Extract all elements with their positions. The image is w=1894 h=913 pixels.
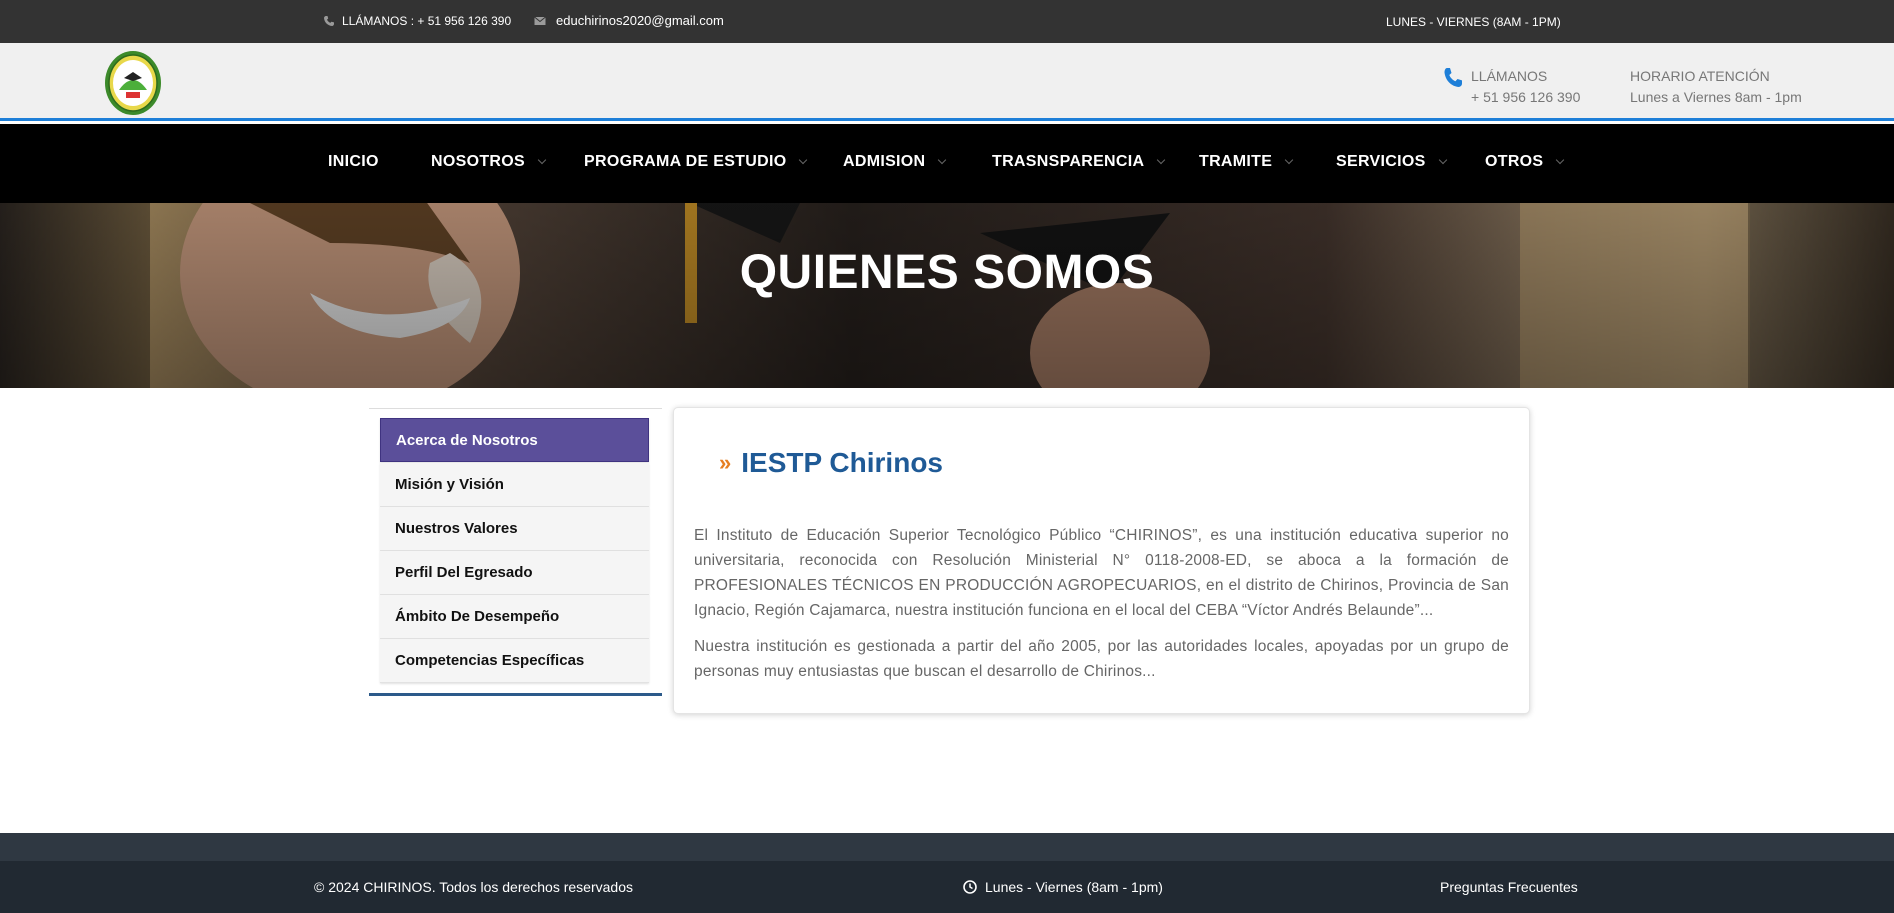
topbar-email-text: educhirinos2020@gmail.com	[556, 13, 724, 28]
sidebar-item-mision-vision[interactable]: Misión y Visión	[380, 463, 649, 507]
phone-icon	[1444, 68, 1462, 87]
sidebar-item-ambito-desempeno[interactable]: Ámbito De Desempeño	[380, 595, 649, 639]
nav-item-inicio[interactable]: INICIO	[328, 153, 379, 171]
nav-item-label: INICIO	[328, 153, 379, 170]
site-footer: © 2024 CHIRINOS. Todos los derechos rese…	[0, 861, 1894, 913]
nav-item-servicios[interactable]: SERVICIOS	[1336, 153, 1447, 171]
nav-item-label: NOSOTROS	[431, 153, 525, 170]
nav-item-admision[interactable]: ADMISION	[843, 153, 947, 171]
clock-icon	[963, 880, 977, 894]
footer-top-band	[0, 833, 1894, 861]
header-hours-value: Lunes a Viernes 8am - 1pm	[1630, 89, 1802, 105]
topbar-hours: LUNES - VIERNES (8AM - 1PM)	[1386, 15, 1561, 29]
sidebar-item-competencias[interactable]: Competencias Específicas	[380, 639, 649, 683]
chevron-down-icon	[938, 155, 947, 165]
chevron-down-icon	[537, 155, 547, 165]
header-hours-label: HORARIO ATENCIÓN	[1630, 68, 1770, 84]
nav-item-programa-de-estudio[interactable]: PROGRAMA DE ESTUDIO	[584, 153, 808, 171]
faq-link[interactable]: Preguntas Frecuentes	[1440, 879, 1578, 895]
about-sidebar: Acerca de Nosotros Misión y Visión Nuest…	[369, 408, 662, 696]
sidebar-item-valores[interactable]: Nuestros Valores	[380, 507, 649, 551]
topbar-email[interactable]: educhirinos2020@gmail.com	[534, 13, 724, 28]
footer-hours-text: Lunes - Viernes (8am - 1pm)	[985, 879, 1163, 895]
chevron-down-icon	[1556, 155, 1565, 165]
content-card: » IESTP Chirinos El Instituto de Educaci…	[673, 407, 1530, 714]
section-heading-text: IESTP Chirinos	[741, 447, 943, 478]
topbar-phone-text: LLÁMANOS : + 51 956 126 390	[342, 14, 512, 28]
sidebar-item-perfil-egresado[interactable]: Perfil Del Egresado	[380, 551, 649, 595]
nav-item-label: PROGRAMA DE ESTUDIO	[584, 153, 787, 170]
main-nav: INICIO NOSOTROS PROGRAMA DE ESTUDIO ADMI…	[0, 124, 1894, 203]
nav-item-nosotros[interactable]: NOSOTROS	[431, 153, 547, 171]
nav-item-label: OTROS	[1485, 153, 1544, 170]
content-paragraph: El Instituto de Educación Superior Tecno…	[694, 527, 1509, 619]
header-call-number: + 51 956 126 390	[1471, 89, 1581, 105]
topbar-phone[interactable]: LLÁMANOS : + 51 956 126 390	[323, 14, 511, 28]
envelope-icon	[534, 16, 546, 25]
nav-item-label: ADMISION	[843, 153, 926, 170]
institution-logo[interactable]	[104, 50, 162, 116]
sidebar-item-acerca-de-nosotros[interactable]: Acerca de Nosotros	[380, 418, 649, 462]
header-call-label: LLÁMANOS	[1471, 68, 1548, 84]
page-title: QUIENES SOMOS	[739, 246, 1155, 299]
content-paragraph: Nuestra institución es gestionada a part…	[694, 638, 1509, 680]
footer-hours: Lunes - Viernes (8am - 1pm)	[963, 879, 1163, 895]
chevron-down-icon	[1284, 155, 1294, 165]
phone-icon	[324, 16, 334, 26]
site-header: LLÁMANOS + 51 956 126 390 HORARIO ATENCI…	[0, 43, 1894, 121]
chevron-down-icon	[1157, 155, 1166, 165]
top-bar: LLÁMANOS : + 51 956 126 390 educhirinos2…	[0, 0, 1894, 43]
nav-item-transparencia[interactable]: TRASNSPARENCIA	[992, 153, 1166, 171]
page-hero-banner: QUIENES SOMOS	[0, 203, 1894, 388]
footer-copyright: © 2024 CHIRINOS. Todos los derechos rese…	[314, 879, 633, 895]
chevron-down-icon	[1438, 155, 1447, 165]
header-call-block[interactable]: LLÁMANOS + 51 956 126 390	[1443, 66, 1580, 108]
section-heading: » IESTP Chirinos	[719, 447, 943, 479]
heading-marker: »	[719, 450, 732, 475]
nav-item-tramite[interactable]: TRAMITE	[1199, 153, 1294, 171]
header-hours-block: HORARIO ATENCIÓN Lunes a Viernes 8am - 1…	[1630, 66, 1802, 108]
nav-item-label: SERVICIOS	[1336, 153, 1426, 170]
nav-item-label: TRASNSPARENCIA	[992, 153, 1145, 170]
nav-item-otros[interactable]: OTROS	[1485, 153, 1565, 171]
nav-item-label: TRAMITE	[1199, 153, 1273, 170]
chevron-down-icon	[799, 155, 808, 165]
